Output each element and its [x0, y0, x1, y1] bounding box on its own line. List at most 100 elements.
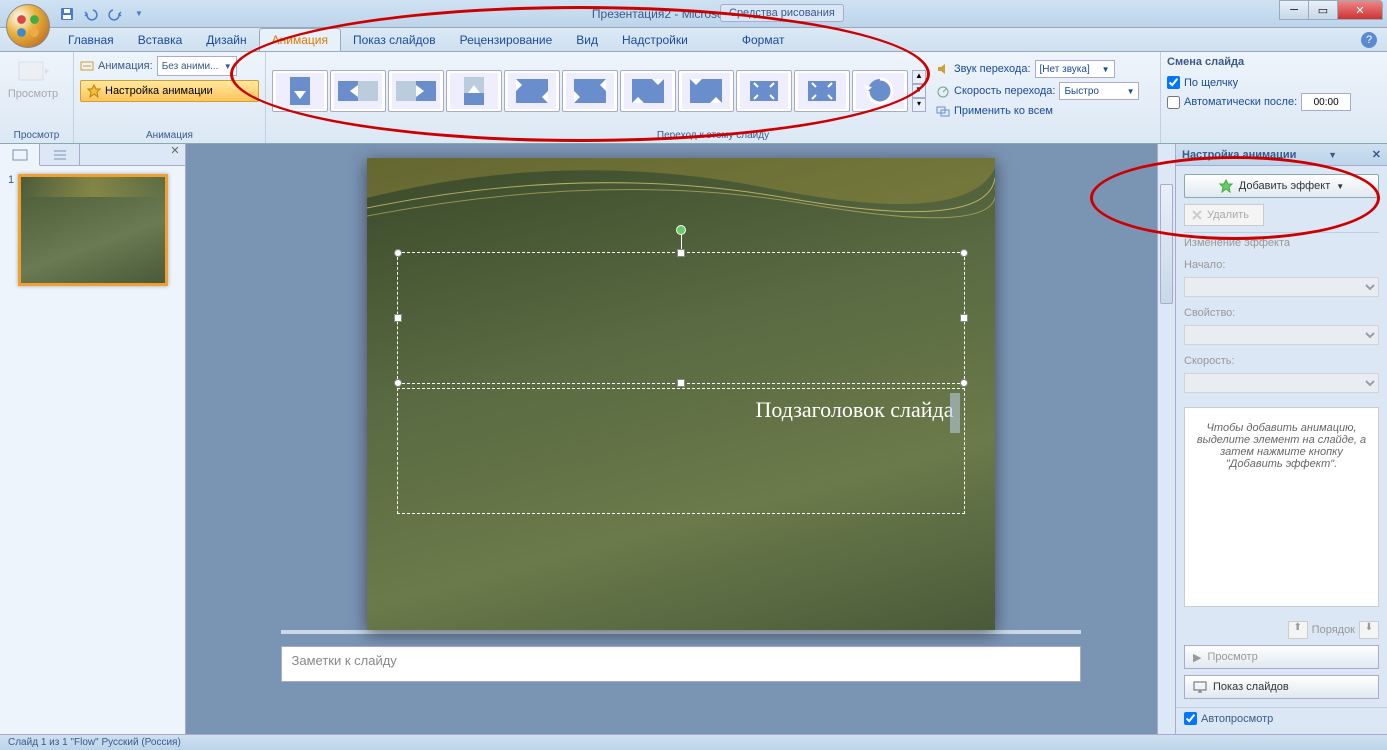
transition-item-11[interactable]: [852, 70, 908, 112]
transition-item-3[interactable]: [388, 70, 444, 112]
minimize-button[interactable]: ─: [1279, 0, 1309, 20]
tab-design[interactable]: Дизайн: [194, 29, 258, 51]
transition-item-5[interactable]: [504, 70, 560, 112]
sound-icon: [936, 62, 950, 76]
transition-item-10[interactable]: [794, 70, 850, 112]
resize-handle[interactable]: [677, 379, 685, 387]
slides-pane-tabs: ✕: [0, 144, 185, 166]
slideshow-button[interactable]: Показ слайдов: [1184, 675, 1379, 699]
slide-canvas[interactable]: Подзаголовок слайда: [367, 158, 995, 630]
tab-addins[interactable]: Надстройки: [610, 29, 700, 51]
help-icon[interactable]: ?: [1361, 32, 1377, 48]
start-label: Начало:: [1184, 259, 1379, 271]
task-pane-close-icon[interactable]: ✕: [1369, 148, 1381, 161]
transition-sound-label: Звук перехода:: [954, 63, 1031, 75]
auto-preview-checkbox[interactable]: [1184, 712, 1197, 725]
preview-button[interactable]: Просмотр: [6, 56, 60, 110]
transition-item-9[interactable]: [736, 70, 792, 112]
start-dropdown: [1184, 277, 1379, 297]
transition-sound-dropdown[interactable]: [Нет звука]▼: [1035, 60, 1115, 78]
tab-view[interactable]: Вид: [564, 29, 610, 51]
transition-options: Звук перехода: [Нет звука]▼ Скорость пер…: [936, 56, 1139, 118]
ribbon-group-advance: Смена слайда По щелчку Автоматически пос…: [1161, 52, 1387, 143]
outline-tab[interactable]: [40, 144, 80, 165]
undo-icon[interactable]: [80, 3, 102, 25]
transition-speed-dropdown[interactable]: Быстро▼: [1059, 82, 1139, 100]
resize-handle[interactable]: [960, 314, 968, 322]
ribbon-group-preview: Просмотр Просмотр: [0, 52, 74, 143]
resize-handle[interactable]: [960, 249, 968, 257]
transition-item-1[interactable]: [272, 70, 328, 112]
tab-slideshow[interactable]: Показ слайдов: [341, 29, 448, 51]
auto-preview-row[interactable]: Автопросмотр: [1176, 707, 1387, 729]
slide-thumbnail-image[interactable]: [18, 174, 168, 286]
add-effect-button[interactable]: Добавить эффект ▼: [1184, 174, 1379, 198]
slide-editor[interactable]: Подзаголовок слайда Заметки к слайду: [186, 144, 1175, 734]
move-down-button: ⬇: [1359, 621, 1379, 639]
speed-label: Скорость:: [1184, 355, 1379, 367]
notes-pane[interactable]: Заметки к слайду: [281, 646, 1081, 682]
transition-item-2[interactable]: [330, 70, 386, 112]
property-dropdown: [1184, 325, 1379, 345]
transition-gallery-scroller[interactable]: ▲▼▾: [912, 70, 926, 112]
apply-all-icon: [936, 104, 950, 118]
tab-insert[interactable]: Вставка: [126, 29, 195, 51]
resize-handle[interactable]: [394, 379, 402, 387]
resize-handle[interactable]: [960, 379, 968, 387]
remove-icon: [1191, 209, 1203, 221]
speed-dropdown: [1184, 373, 1379, 393]
close-button[interactable]: ✕: [1337, 0, 1383, 20]
office-button[interactable]: [6, 4, 50, 48]
play-icon: ▶: [1193, 651, 1201, 664]
ribbon-group-transition: ▲▼▾ Звук перехода: [Нет звука]▼ Скорость…: [266, 52, 1161, 143]
tab-home[interactable]: Главная: [56, 29, 126, 51]
window-controls: ─ ▭ ✕: [1280, 0, 1383, 20]
quick-access-toolbar: ▼: [56, 3, 150, 25]
notes-splitter[interactable]: [281, 630, 1081, 634]
editor-wrap: Подзаголовок слайда Заметки к слайду: [186, 144, 1175, 734]
tab-format[interactable]: Формат: [730, 29, 797, 51]
save-icon[interactable]: [56, 3, 78, 25]
auto-after-time[interactable]: [1301, 93, 1351, 111]
tab-animation[interactable]: Анимация: [259, 28, 341, 51]
auto-after-checkbox[interactable]: Автоматически после:: [1167, 93, 1381, 111]
redo-icon[interactable]: [104, 3, 126, 25]
move-up-button: ⬆: [1288, 621, 1308, 639]
resize-handle[interactable]: [677, 249, 685, 257]
custom-animation-button[interactable]: Настройка анимации: [80, 80, 259, 102]
transition-item-7[interactable]: [620, 70, 676, 112]
main-area: ✕ 1: [0, 144, 1387, 734]
apply-to-all-button[interactable]: Применить ко всем: [936, 104, 1139, 118]
subtitle-text[interactable]: Подзаголовок слайда: [756, 397, 954, 423]
slide-thumbnail-1[interactable]: 1: [8, 174, 177, 286]
custom-animation-icon: [87, 84, 101, 98]
slide-number: 1: [8, 174, 14, 286]
on-click-checkbox[interactable]: По щелчку: [1167, 76, 1381, 89]
ribbon-group-label: Переход к этому слайду: [266, 130, 1160, 141]
reorder-controls: ⬆ Порядок ⬇: [1184, 621, 1379, 639]
slideshow-icon: [1193, 681, 1207, 693]
transition-item-4[interactable]: [446, 70, 502, 112]
contextual-tab-label: Средства рисования: [720, 4, 844, 22]
custom-animation-label: Настройка анимации: [105, 85, 213, 97]
resize-handle[interactable]: [394, 249, 402, 257]
qat-dropdown-icon[interactable]: ▼: [128, 3, 150, 25]
transition-item-6[interactable]: [562, 70, 618, 112]
slides-tab[interactable]: [0, 144, 40, 166]
tab-review[interactable]: Рецензирование: [448, 29, 565, 51]
maximize-button[interactable]: ▭: [1308, 0, 1338, 20]
rotation-handle[interactable]: [676, 225, 686, 235]
animate-dropdown[interactable]: Без аними...▼: [157, 56, 237, 76]
ribbon-group-animation: Анимация: Без аними...▼ Настройка анимац…: [74, 52, 266, 143]
subtitle-placeholder[interactable]: Подзаголовок слайда: [397, 388, 965, 514]
transition-item-8[interactable]: [678, 70, 734, 112]
editor-scrollbar[interactable]: [1157, 144, 1175, 734]
task-pane-header: Настройка анимации ▼ ✕: [1176, 144, 1387, 166]
animate-icon: [80, 59, 94, 73]
scrollbar-thumb[interactable]: [1160, 184, 1173, 304]
pane-close-button[interactable]: ✕: [165, 144, 185, 165]
resize-handle[interactable]: [394, 314, 402, 322]
task-pane-menu-icon[interactable]: ▼: [1328, 150, 1337, 160]
title-placeholder[interactable]: [397, 252, 965, 384]
rotation-connector: [681, 233, 682, 249]
